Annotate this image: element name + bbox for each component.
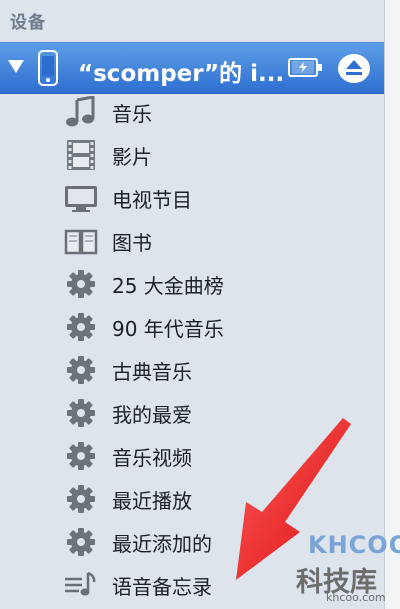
tv-icon (64, 182, 98, 214)
gear-icon (64, 526, 98, 558)
sidebar-item-label: 我的最爱 (112, 403, 192, 427)
sidebar-item-tv-shows[interactable]: 电视节目 (0, 178, 384, 218)
sidebar-item-movies[interactable]: 影片 (0, 135, 384, 175)
source-list-sidebar: 设备 “scomper”的 i... 音乐 影片 电视节目 图书 25 大金曲榜… (0, 0, 384, 609)
sidebar-item-label: 音乐 (112, 102, 152, 126)
disclosure-triangle-icon[interactable] (8, 60, 24, 73)
gear-icon (64, 440, 98, 472)
voice-memo-icon (64, 569, 98, 601)
book-icon (64, 225, 98, 257)
eject-button[interactable] (338, 54, 370, 83)
sidebar-item-label: 90 年代音乐 (112, 317, 224, 341)
sidebar-item-playlist-top25[interactable]: 25 大金曲榜 (0, 264, 384, 304)
watermark-logo: KHCOO 科技库 khcoo.com (286, 527, 400, 607)
sidebar-item-playlist-classical[interactable]: 古典音乐 (0, 350, 384, 390)
sidebar-item-label: 语音备忘录 (112, 575, 212, 599)
gear-icon (64, 483, 98, 515)
sidebar-item-label: 图书 (112, 231, 152, 255)
sidebar-item-label: 音乐视频 (112, 446, 192, 470)
gear-icon (64, 397, 98, 429)
sidebar-item-music[interactable]: 音乐 (0, 92, 384, 132)
gear-icon (64, 311, 98, 343)
sidebar-item-label: 影片 (112, 145, 152, 169)
watermark-logo-text: KHCOO (308, 531, 400, 559)
sidebar-item-label: 25 大金曲榜 (112, 274, 224, 298)
vertical-scrollbar[interactable] (384, 0, 400, 609)
sidebar-item-playlist-music-videos[interactable]: 音乐视频 (0, 436, 384, 476)
film-icon (64, 139, 98, 171)
sidebar-item-label: 最近添加的 (112, 532, 212, 556)
device-row-selected[interactable]: “scomper”的 i... (0, 42, 384, 94)
battery-charging-icon (288, 58, 322, 77)
device-name: “scomper”的 i... (78, 61, 285, 87)
section-header-devices: 设备 (10, 13, 46, 33)
sidebar-item-label: 最近播放 (112, 489, 192, 513)
gear-icon (64, 268, 98, 300)
sidebar-item-playlist-favorites[interactable]: 我的最爱 (0, 393, 384, 433)
gear-icon (64, 354, 98, 386)
sidebar-item-books[interactable]: 图书 (0, 221, 384, 261)
iphone-icon (38, 50, 58, 86)
sidebar-item-label: 古典音乐 (112, 360, 192, 384)
sidebar-item-playlist-recently-played[interactable]: 最近播放 (0, 479, 384, 519)
music-note-icon (64, 95, 98, 128)
watermark-url: khcoo.com (326, 591, 386, 604)
sidebar-item-playlist-90s[interactable]: 90 年代音乐 (0, 307, 384, 347)
sidebar-item-label: 电视节目 (112, 188, 192, 212)
